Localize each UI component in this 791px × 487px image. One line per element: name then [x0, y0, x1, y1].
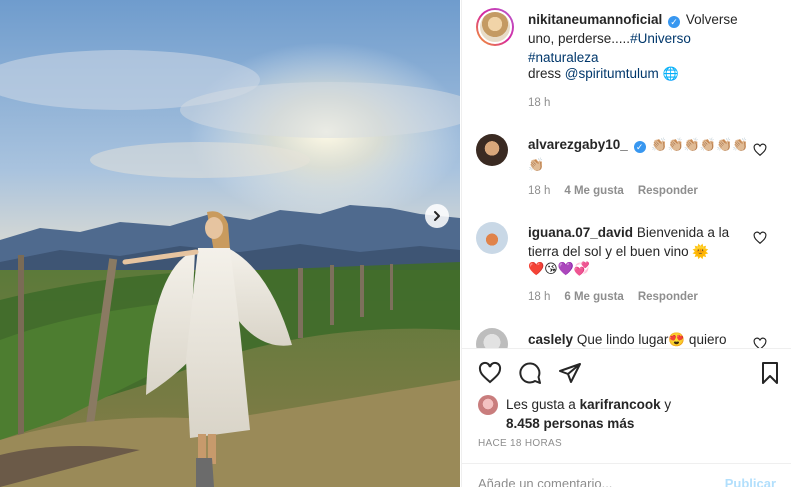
post-timestamp[interactable]: HACE 18 HORAS: [478, 438, 562, 449]
dress-tag[interactable]: @spiritumtulum: [565, 66, 659, 81]
chevron-right-icon[interactable]: [425, 204, 449, 228]
caption-meta: 18 h: [528, 97, 550, 109]
author-avatar[interactable]: [476, 8, 514, 46]
verified-badge-icon: ✓: [633, 141, 646, 153]
paper-plane-icon[interactable]: [556, 359, 584, 387]
comment-1: alvarezgaby10_ ✓ 👏🏼👏🏼👏🏼👏🏼👏🏼👏🏼👏🏼: [528, 135, 758, 175]
comment-2-emojis: ❤️😘💜💞: [528, 262, 591, 277]
comment-username[interactable]: caslely: [528, 332, 573, 347]
comment-3: caslely Que lindo lugar😍 quiero: [528, 330, 758, 348]
comment-1-meta: 18 h 4 Me gusta Responder: [528, 185, 698, 197]
comment-time: 18 h: [528, 291, 551, 303]
comment-like-icon[interactable]: [753, 231, 767, 245]
post-side-panel: nikitaneumannoficial ✓ Volverse uno, per…: [461, 0, 791, 487]
verified-badge-icon: ✓: [668, 16, 681, 28]
comment-like-icon[interactable]: [753, 143, 767, 157]
comment-text: Que lindo lugar😍 quiero: [576, 332, 727, 347]
comment-icon[interactable]: [516, 359, 544, 387]
likes-others[interactable]: 8.458 personas más: [506, 416, 634, 431]
likes-prefix: Les gusta a: [506, 397, 576, 412]
post-image: [0, 0, 460, 487]
caption-dress-line: dress @spiritumtulum 🌐: [528, 64, 758, 84]
comment-username[interactable]: iguana.07_david: [528, 225, 633, 240]
comment-likes[interactable]: 6 Me gusta: [564, 291, 623, 303]
comment-2-meta: 18 h 6 Me gusta Responder: [528, 291, 698, 303]
liker-username[interactable]: karifrancook: [580, 397, 661, 412]
bookmark-icon[interactable]: [756, 359, 784, 387]
likes-conj: y: [664, 397, 672, 412]
comment-username[interactable]: alvarezgaby10_: [528, 137, 628, 152]
commenter-avatar[interactable]: [476, 222, 508, 254]
comment-2: iguana.07_david Bienvenida a la tierra d…: [528, 223, 758, 261]
commenter-avatar[interactable]: [476, 328, 508, 348]
caption-username[interactable]: nikitaneumannoficial: [528, 12, 662, 27]
liker-avatar[interactable]: [478, 395, 498, 415]
comment-likes[interactable]: 4 Me gusta: [564, 185, 623, 197]
likes-summary: Les gusta a karifrancook y 8.458 persona…: [478, 395, 768, 433]
publish-button[interactable]: Publicar: [725, 476, 776, 487]
commenter-avatar[interactable]: [476, 134, 508, 166]
reply-button[interactable]: Responder: [638, 185, 698, 197]
post-photo[interactable]: [0, 0, 460, 487]
post-actions: Les gusta a karifrancook y 8.458 persona…: [462, 348, 791, 487]
globe-icon: 🌐: [662, 67, 679, 82]
caption-time: 18 h: [528, 97, 551, 109]
reply-button[interactable]: Responder: [638, 291, 698, 303]
heart-icon[interactable]: [476, 359, 504, 387]
comments-list[interactable]: nikitaneumannoficial ✓ Volverse uno, per…: [462, 0, 791, 348]
comment-input[interactable]: Añade un comentario...: [478, 476, 612, 487]
comment-like-icon[interactable]: [753, 337, 767, 348]
comment-time: 18 h: [528, 185, 551, 197]
add-comment-bar: Añade un comentario... Publicar: [462, 463, 791, 487]
caption: nikitaneumannoficial ✓ Volverse uno, per…: [528, 10, 758, 67]
dress-label: dress: [528, 66, 562, 81]
